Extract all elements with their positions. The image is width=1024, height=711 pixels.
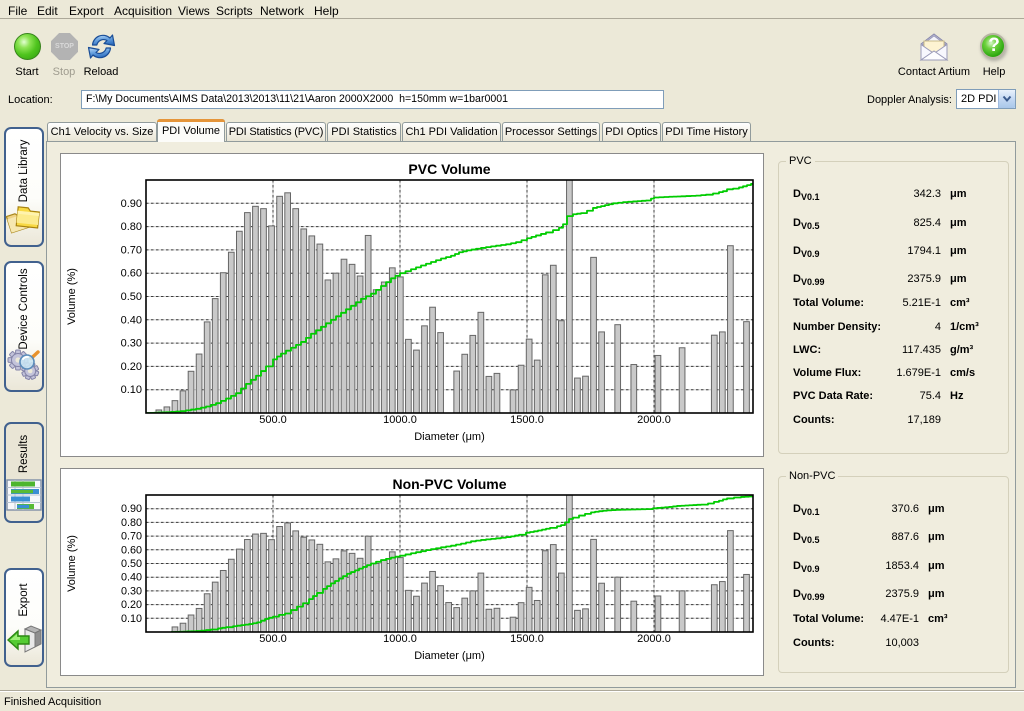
- svg-text:Volume (%): Volume (%): [66, 535, 78, 592]
- svg-text:Volume (%): Volume (%): [66, 268, 78, 325]
- svg-text:0.20: 0.20: [121, 361, 142, 373]
- svg-text:0.20: 0.20: [121, 599, 142, 611]
- svg-text:2000.0: 2000.0: [637, 414, 671, 426]
- svg-text:1500.0: 1500.0: [510, 633, 544, 645]
- svg-text:0.30: 0.30: [121, 585, 142, 597]
- svg-text:2000.0: 2000.0: [637, 633, 671, 645]
- svg-text:0.70: 0.70: [121, 531, 142, 543]
- svg-text:0.40: 0.40: [121, 314, 142, 326]
- svg-text:0.10: 0.10: [121, 384, 142, 396]
- svg-text:0.70: 0.70: [121, 244, 142, 256]
- svg-text:Diameter (μm): Diameter (μm): [414, 431, 485, 443]
- svg-text:500.0: 500.0: [259, 633, 287, 645]
- svg-text:1500.0: 1500.0: [510, 414, 544, 426]
- svg-text:0.50: 0.50: [121, 291, 142, 303]
- svg-text:0.50: 0.50: [121, 558, 142, 570]
- svg-text:500.0: 500.0: [259, 414, 287, 426]
- svg-text:1000.0: 1000.0: [383, 414, 417, 426]
- svg-text:0.10: 0.10: [121, 613, 142, 625]
- svg-text:0.80: 0.80: [121, 221, 142, 233]
- svg-text:PVC Volume: PVC Volume: [408, 161, 490, 177]
- svg-text:0.30: 0.30: [121, 338, 142, 350]
- svg-text:0.90: 0.90: [121, 503, 142, 515]
- svg-text:0.40: 0.40: [121, 572, 142, 584]
- svg-text:0.80: 0.80: [121, 517, 142, 529]
- svg-text:0.60: 0.60: [121, 544, 142, 556]
- svg-text:0.90: 0.90: [121, 198, 142, 210]
- svg-text:1000.0: 1000.0: [383, 633, 417, 645]
- svg-text:Non-PVC Volume: Non-PVC Volume: [392, 476, 506, 492]
- svg-text:Diameter (μm): Diameter (μm): [414, 650, 485, 662]
- svg-text:0.60: 0.60: [121, 268, 142, 280]
